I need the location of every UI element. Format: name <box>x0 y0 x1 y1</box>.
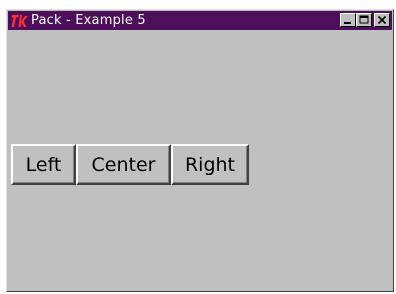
left-button[interactable]: Left <box>11 144 76 185</box>
tk-logo-icon <box>11 13 29 29</box>
right-button[interactable]: Right <box>171 144 249 185</box>
window-content: Left Center Right <box>8 31 392 290</box>
window-title: Pack - Example 5 <box>31 13 146 28</box>
minimize-button[interactable] <box>340 13 356 27</box>
app-window: Pack - Example 5 Left Center Right <box>6 9 394 292</box>
title-bar[interactable]: Pack - Example 5 <box>8 11 392 30</box>
center-button[interactable]: Center <box>76 144 171 185</box>
close-icon <box>377 15 387 25</box>
minimize-icon <box>344 22 351 24</box>
maximize-icon <box>359 15 369 24</box>
maximize-button[interactable] <box>356 13 372 27</box>
button-row: Left Center Right <box>11 144 249 185</box>
close-button[interactable] <box>374 13 390 27</box>
window-controls <box>340 13 390 27</box>
